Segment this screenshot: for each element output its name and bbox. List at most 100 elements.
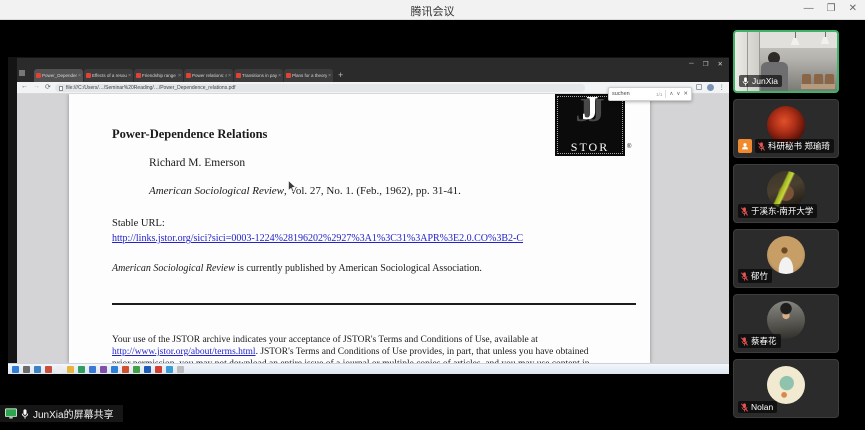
tab-close-icon[interactable]: × [278,73,281,79]
taskbar-app-icon[interactable] [100,366,107,373]
divider-rule [112,303,636,305]
browser-tab[interactable]: Plans for a theory of soc × [284,69,333,82]
minimize-button[interactable]: — [804,3,814,14]
find-match-count: 1/1 [656,92,662,97]
participant-label: 于溪东-南开大学 [738,204,817,218]
profile-avatar-icon[interactable] [707,84,714,91]
screen-share-banner: JunXia的屏幕共享 [0,405,123,422]
mic-muted-icon [741,272,748,281]
pdf-viewer[interactable]: Power-Dependence Relations Richard M. Em… [17,94,729,363]
tab-close-icon[interactable]: × [128,73,131,79]
share-banner-text: JunXia的屏幕共享 [33,406,114,421]
taskbar-app-icon[interactable] [177,366,184,373]
browser-tab[interactable]: Transitions in payment an × [234,69,283,82]
paper-author: Richard M. Emerson [149,157,245,169]
url-text: file:///C:/Users/…/Seminar%20Reading/…/P… [66,85,236,91]
reload-icon[interactable]: ⟳ [45,83,51,91]
terms-line-2: http://www.jstor.org/about/terms.html. J… [112,347,588,357]
participant-tile[interactable]: 于溪东-南开大学 [733,164,839,223]
browser-tab[interactable]: Effects of a resource dep × [84,69,133,82]
find-query-input[interactable]: suchen [612,91,653,97]
participant-tile[interactable]: 郁竹 [733,229,839,288]
taskbar-app-icon[interactable] [78,366,85,373]
tab-close-icon[interactable]: × [178,73,181,79]
host-person-badge-icon [738,139,752,153]
tab-close-icon[interactable]: × [228,73,231,79]
participant-tile[interactable]: 蔡春花 [733,294,839,353]
pdf-file-icon [86,73,91,78]
mouse-cursor-icon [288,180,297,193]
tab-close-icon[interactable]: × [328,73,331,79]
browser-tabstrip: Power_Dependence_relatio × Effects of a … [17,58,729,82]
taskbar-app-icon[interactable] [144,366,151,373]
find-close-icon[interactable]: ✕ [683,91,688,97]
taskbar-app-icon[interactable] [89,366,96,373]
find-prev-icon[interactable]: ∧ [669,91,673,97]
back-icon[interactable]: ← [21,83,28,91]
taskbar-app-icon[interactable] [122,366,129,373]
browser-restore-button[interactable]: ❐ [703,60,709,68]
mic-muted-icon [741,403,748,412]
start-button-icon[interactable] [12,366,19,373]
participant-name: JunXia [752,76,778,86]
browser-tab[interactable]: Friendship range and soc × [134,69,183,82]
participant-label: Nolan [738,401,777,413]
journal-name: American Sociological Review [149,185,284,197]
pdf-file-icon [186,73,191,78]
participant-tile[interactable]: 科研秘书 郑瑜琦 [733,99,839,158]
address-bar[interactable]: file:///C:/Users/…/Seminar%20Reading/…/P… [55,84,585,92]
taskbar-app-icon[interactable] [155,366,162,373]
tab-label: Effects of a resource dep [92,73,127,78]
publisher-text: is currently published by American Socio… [235,263,482,274]
participant-tile[interactable]: Nolan [733,359,839,418]
taskbar-app-icon[interactable] [67,366,74,373]
avatar [767,236,805,274]
screen-share-icon [5,408,17,419]
meeting-title: 腾讯会议 [0,3,865,19]
participant-label: JunXia [739,75,782,87]
divider [665,90,666,98]
browser-tab[interactable]: Power relations: mutual d × [184,69,233,82]
participant-name: 郁竹 [751,270,768,282]
registered-mark: ® [627,144,631,150]
taskbar-app-icon[interactable] [166,366,173,373]
stable-url-link[interactable]: http://links.jstor.org/sici?sici=0003-12… [112,233,523,244]
journal-name: American Sociological Review [112,263,235,274]
taskbar-app-icon[interactable] [45,366,52,373]
tab-label: Friendship range and soc [142,73,177,78]
terms-text: . JSTOR's Terms and Conditions of Use pr… [256,347,589,357]
tab-close-icon[interactable]: × [78,73,81,79]
mic-muted-icon [741,207,748,216]
publisher-line: American Sociological Review is currentl… [112,263,482,274]
search-icon[interactable] [23,366,30,373]
pdf-file-icon [36,73,41,78]
extensions-icon[interactable] [696,84,702,90]
browser-menu-icon[interactable]: ⋮ [719,83,726,91]
participant-label: 蔡春花 [738,334,781,348]
participant-tile-junxia[interactable]: JunXia [733,30,839,93]
browser-close-button[interactable]: ✕ [718,60,723,68]
pdf-file-icon [236,73,241,78]
browser-minimize-button[interactable]: ─ [689,60,694,68]
participant-label: 郁竹 [738,269,772,283]
browser-tabs: Power_Dependence_relatio × Effects of a … [34,69,343,82]
terms-link[interactable]: http://www.jstor.org/about/terms.html [112,347,256,357]
browser-tab[interactable]: Power_Dependence_relatio × [34,69,83,82]
find-next-icon[interactable]: ∨ [676,91,680,97]
windows-taskbar[interactable] [8,363,729,374]
taskbar-app-icon[interactable] [111,366,118,373]
paper-title: Power-Dependence Relations [112,127,267,142]
taskbar-app-icon[interactable] [34,366,41,373]
restore-button[interactable]: ❐ [827,3,836,14]
participant-label: 科研秘书 郑瑜琦 [755,139,834,153]
participant-name: 于溪东-南开大学 [751,205,813,217]
file-icon [59,86,63,91]
taskbar-app-icon[interactable] [56,366,63,373]
mic-muted-icon [758,142,765,151]
new-tab-button[interactable]: + [338,69,343,82]
taskbar-app-icon[interactable] [133,366,140,373]
participants-sidebar: JunXia 科研秘书 郑瑜琦 [733,30,839,424]
close-button[interactable]: ✕ [849,3,857,14]
browser-app-icon [19,70,25,76]
forward-icon[interactable]: → [33,83,40,91]
